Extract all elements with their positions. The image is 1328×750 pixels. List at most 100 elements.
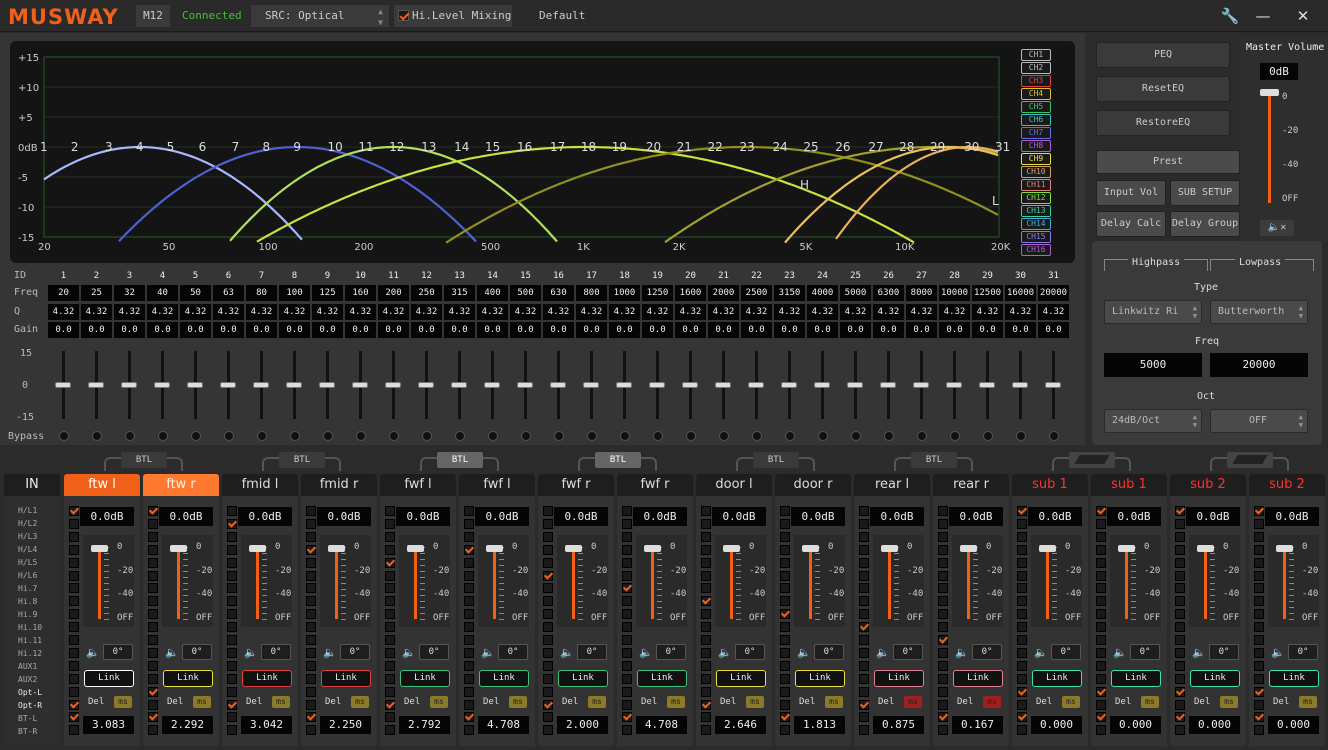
mute-icon[interactable]: 🔈 bbox=[560, 646, 574, 659]
slider-knob[interactable] bbox=[583, 382, 599, 388]
input-route-checkbox[interactable] bbox=[622, 686, 632, 697]
eq-q-cell[interactable]: 4.32 bbox=[312, 304, 343, 320]
input-route-checkbox[interactable] bbox=[543, 635, 553, 645]
delay-value[interactable]: 0.000 bbox=[1031, 716, 1082, 734]
input-route-checkbox[interactable] bbox=[385, 583, 395, 594]
link-button[interactable]: Link bbox=[321, 670, 371, 687]
input-route-checkbox[interactable] bbox=[938, 622, 948, 633]
input-route-checkbox[interactable] bbox=[464, 660, 474, 671]
eq-q-cell[interactable]: 4.32 bbox=[114, 304, 145, 320]
input-route-checkbox[interactable] bbox=[543, 609, 553, 620]
channel-volume-fader[interactable]: 0 -20 -40 OFF bbox=[241, 535, 292, 627]
channel-name[interactable]: fmid r bbox=[301, 474, 377, 496]
band-bypass-toggle[interactable] bbox=[719, 431, 729, 441]
eq-q-cell[interactable]: 4.32 bbox=[906, 304, 937, 320]
input-route-checkbox[interactable] bbox=[1175, 531, 1185, 542]
input-route-checkbox[interactable] bbox=[1017, 635, 1027, 645]
input-route-checkbox[interactable] bbox=[701, 686, 711, 697]
slider-knob[interactable] bbox=[616, 382, 632, 388]
band-bypass-toggle[interactable] bbox=[1049, 431, 1059, 441]
input-route-checkbox[interactable] bbox=[859, 570, 869, 581]
channel-gain-value[interactable]: 0.0dB bbox=[554, 507, 608, 526]
eq-q-cell[interactable]: 4.32 bbox=[972, 304, 1003, 320]
phase-button[interactable]: 0° bbox=[498, 644, 528, 660]
input-route-checkbox[interactable] bbox=[543, 673, 553, 684]
input-route-checkbox[interactable] bbox=[69, 506, 79, 516]
input-route-checkbox[interactable] bbox=[1175, 518, 1185, 529]
eq-gain-cell[interactable]: 0.0 bbox=[774, 322, 805, 338]
eq-gain-cell[interactable]: 0.0 bbox=[477, 322, 508, 338]
eq-freq-cell[interactable]: 2500 bbox=[741, 285, 772, 301]
delay-value[interactable]: 4.708 bbox=[636, 716, 687, 734]
delay-value[interactable]: 3.083 bbox=[83, 716, 134, 734]
input-route-checkbox[interactable] bbox=[227, 712, 237, 723]
channel-legend-item[interactable]: CH9 bbox=[1021, 153, 1051, 165]
input-route-checkbox[interactable] bbox=[1017, 609, 1027, 620]
input-route-checkbox[interactable] bbox=[938, 635, 948, 645]
phase-button[interactable]: 0° bbox=[1130, 644, 1160, 660]
band-gain-slider[interactable] bbox=[847, 351, 863, 419]
input-route-checkbox[interactable] bbox=[938, 544, 948, 555]
input-route-checkbox[interactable] bbox=[622, 596, 632, 607]
slider-knob[interactable] bbox=[253, 382, 269, 388]
eq-freq-cell[interactable]: 12500 bbox=[972, 285, 1003, 301]
channel-volume-fader[interactable]: 0 -20 -40 OFF bbox=[715, 535, 766, 627]
slider-knob[interactable] bbox=[286, 382, 302, 388]
input-route-checkbox[interactable] bbox=[385, 660, 395, 671]
input-route-checkbox[interactable] bbox=[306, 660, 316, 671]
eq-q-cell[interactable]: 4.32 bbox=[642, 304, 673, 320]
channel-legend-item[interactable]: CH6 bbox=[1021, 114, 1051, 126]
slider-knob[interactable] bbox=[682, 382, 698, 388]
lowpass-type-select[interactable]: Butterworth ▲ ▼ bbox=[1210, 300, 1308, 324]
slider-knob[interactable] bbox=[517, 382, 533, 388]
input-route-checkbox[interactable] bbox=[1175, 506, 1185, 516]
channel-volume-fader[interactable]: 0 -20 -40 OFF bbox=[478, 535, 529, 627]
mute-icon[interactable]: 🔈 bbox=[244, 646, 258, 659]
eq-freq-cell[interactable]: 800 bbox=[576, 285, 607, 301]
delay-value[interactable]: 0.000 bbox=[1189, 716, 1240, 734]
slider-knob[interactable] bbox=[418, 382, 434, 388]
input-route-checkbox[interactable] bbox=[148, 686, 158, 697]
input-route-checkbox[interactable] bbox=[148, 622, 158, 633]
eq-gain-cell[interactable]: 0.0 bbox=[510, 322, 541, 338]
band-gain-slider[interactable] bbox=[451, 351, 467, 419]
input-route-checkbox[interactable] bbox=[1096, 609, 1106, 620]
input-route-checkbox[interactable] bbox=[622, 609, 632, 620]
input-route-checkbox[interactable] bbox=[306, 518, 316, 529]
input-route-checkbox[interactable] bbox=[464, 635, 474, 645]
delay-unit-toggle[interactable]: ms bbox=[430, 696, 448, 708]
input-route-checkbox[interactable] bbox=[227, 557, 237, 568]
band-gain-slider[interactable] bbox=[1012, 351, 1028, 419]
input-route-checkbox[interactable] bbox=[1254, 725, 1264, 736]
input-route-checkbox[interactable] bbox=[780, 544, 790, 555]
input-route-checkbox[interactable] bbox=[227, 686, 237, 697]
eq-graph[interactable]: +15 +10 +5 0dB -5 -10 -15 20 50 100 200 500 1K 2K 5K 1… bbox=[10, 41, 1075, 263]
input-route-checkbox[interactable] bbox=[859, 712, 869, 723]
band-bypass-toggle[interactable] bbox=[59, 431, 69, 441]
slider-knob[interactable] bbox=[979, 382, 995, 388]
channel-gain-value[interactable]: 0.0dB bbox=[1028, 507, 1082, 526]
input-route-checkbox[interactable] bbox=[148, 647, 158, 658]
channel-gain-value[interactable]: 0.0dB bbox=[317, 507, 371, 526]
input-route-checkbox[interactable] bbox=[622, 647, 632, 658]
input-route-checkbox[interactable] bbox=[69, 570, 79, 581]
input-route-checkbox[interactable] bbox=[464, 531, 474, 542]
input-route-checkbox[interactable] bbox=[385, 686, 395, 697]
input-route-checkbox[interactable] bbox=[148, 712, 158, 723]
input-route-checkbox[interactable] bbox=[148, 557, 158, 568]
input-route-checkbox[interactable] bbox=[148, 673, 158, 684]
master-mute-icon[interactable]: 🔈✕ bbox=[1260, 220, 1294, 236]
eq-gain-cell[interactable]: 0.0 bbox=[972, 322, 1003, 338]
band-gain-slider[interactable] bbox=[946, 351, 962, 419]
input-route-checkbox[interactable] bbox=[1096, 570, 1106, 581]
eq-q-cell[interactable]: 4.32 bbox=[246, 304, 277, 320]
band-gain-slider[interactable] bbox=[88, 351, 104, 419]
eq-freq-cell[interactable]: 20000 bbox=[1038, 285, 1069, 301]
input-route-checkbox[interactable] bbox=[306, 570, 316, 581]
input-route-checkbox[interactable] bbox=[859, 686, 869, 697]
channel-name[interactable]: fwf l bbox=[380, 474, 456, 496]
input-route-checkbox[interactable] bbox=[227, 506, 237, 516]
band-gain-slider[interactable] bbox=[880, 351, 896, 419]
input-route-checkbox[interactable] bbox=[306, 583, 316, 594]
slider-knob[interactable] bbox=[385, 382, 401, 388]
